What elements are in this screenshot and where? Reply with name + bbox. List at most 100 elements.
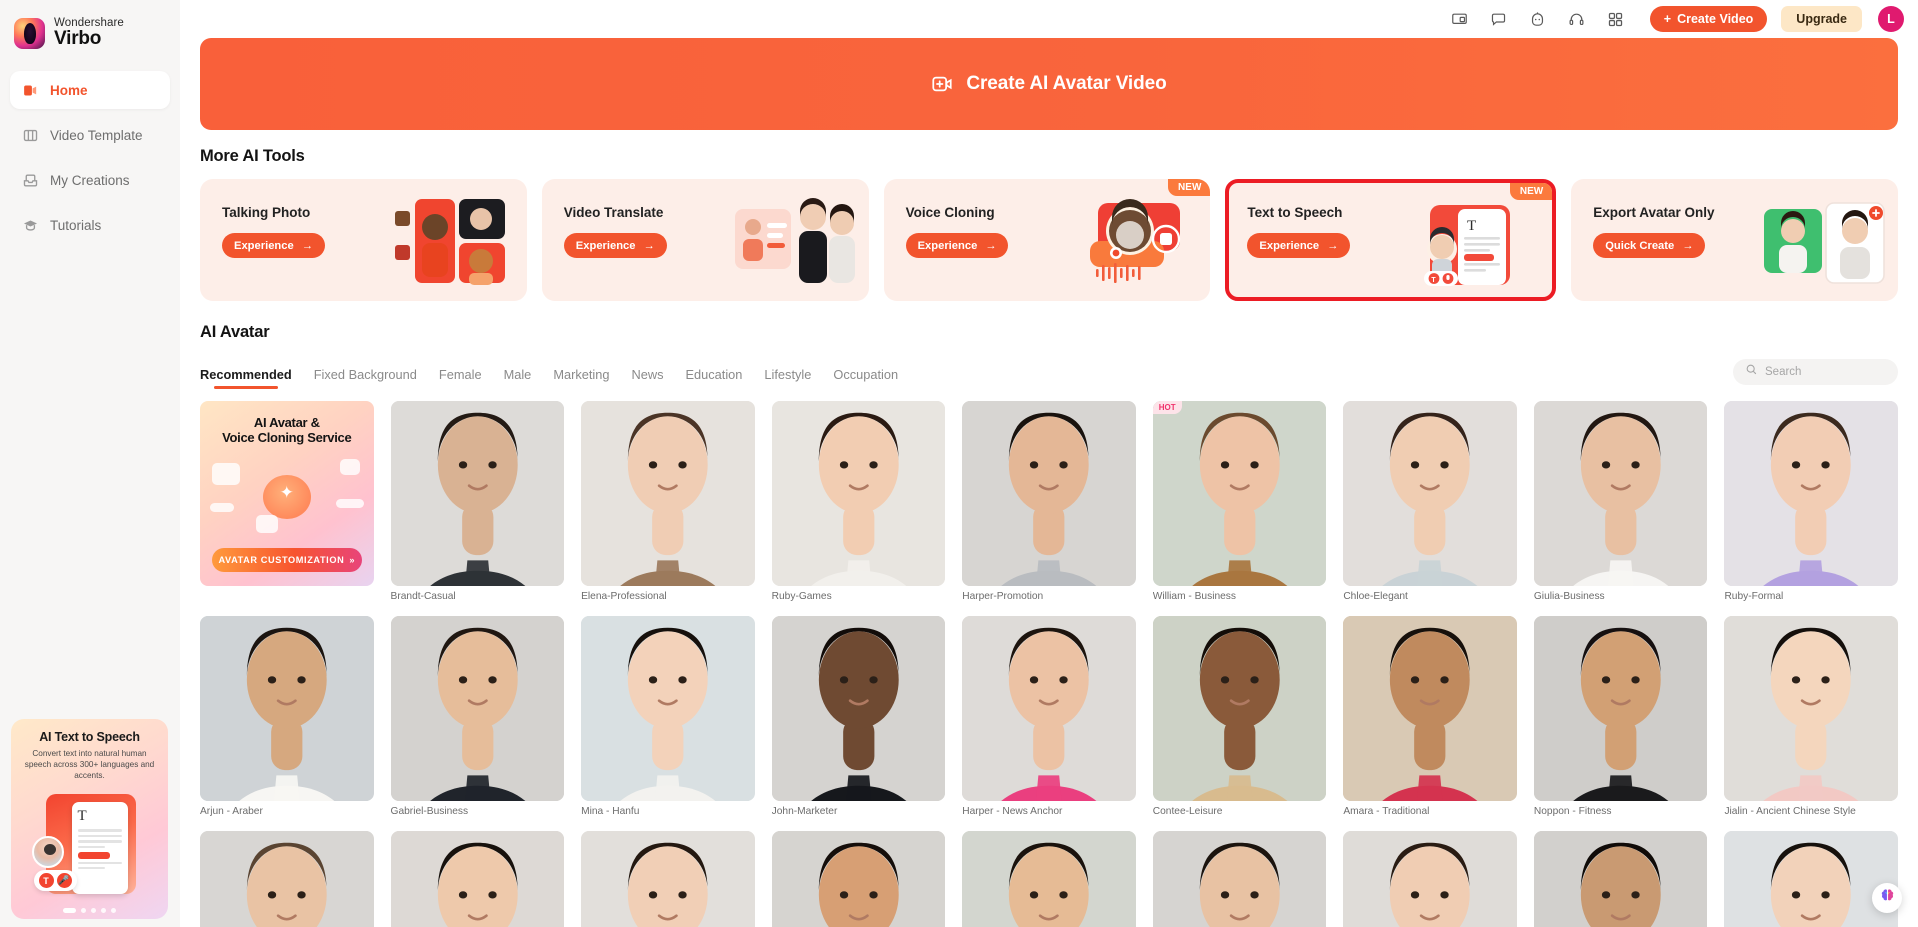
avatar-portrait — [1343, 401, 1517, 586]
avatar-cell[interactable]: John-Marketer — [771, 616, 946, 817]
create-ai-avatar-video-banner[interactable]: Create AI Avatar Video — [200, 38, 1898, 130]
avatar-cell[interactable]: Ruby-Games — [771, 401, 946, 602]
avatar-portrait — [200, 831, 374, 927]
plus-icon: + — [1663, 12, 1672, 26]
avatar-portrait — [771, 616, 946, 801]
avatar-cell[interactable] — [200, 831, 374, 927]
avatar-cell[interactable]: Noppon - Fitness — [1533, 616, 1708, 817]
tab-lifestyle[interactable]: Lifestyle — [764, 367, 811, 389]
tab-recommended[interactable]: Recommended — [200, 367, 292, 389]
sidebar-item-video-template[interactable]: Video Template — [10, 116, 170, 154]
avatar-thumbnail — [581, 401, 755, 586]
avatar-cell[interactable]: Chloe-Elegant — [1343, 401, 1517, 602]
headset-icon[interactable] — [1568, 11, 1585, 28]
tool-card-video-translate[interactable]: Video Translate Experience → — [541, 179, 869, 301]
apps-grid-icon[interactable] — [1607, 11, 1624, 28]
tab-education[interactable]: Education — [686, 367, 743, 389]
tool-card-voice-cloning[interactable]: NEW Voice Cloning Experience → — [883, 179, 1211, 301]
sidebar-item-home[interactable]: Home — [10, 71, 170, 109]
avatar-cell[interactable]: Gabriel-Business — [390, 616, 565, 817]
avatar-customization-label: AVATAR CUSTOMIZATION — [218, 555, 345, 565]
avatar-thumbnail — [962, 401, 1136, 586]
tab-fixed-background[interactable]: Fixed Background — [314, 367, 417, 389]
tool-cta-button[interactable]: Experience → — [905, 233, 1009, 258]
promo-text-lines — [77, 829, 122, 870]
avatar-cell[interactable]: Jialin - Ancient Chinese Style — [1724, 616, 1898, 817]
tool-cta-button[interactable]: Experience → — [1247, 233, 1351, 258]
create-video-button[interactable]: + Create Video — [1649, 6, 1768, 32]
avatar-cell[interactable]: Harper - News Anchor — [962, 616, 1136, 817]
avatar-cell[interactable]: Amara - Traditional — [1343, 616, 1517, 817]
promo-mini-card — [335, 499, 364, 508]
avatar-name-label: Brandt-Casual — [390, 591, 456, 602]
promo-carousel-dots[interactable] — [20, 908, 159, 914]
top-bar: + Create Video Upgrade L — [180, 0, 1918, 38]
avatar-cell[interactable]: Giulia-Business — [1533, 401, 1708, 602]
sidebar-item-tutorials[interactable]: Tutorials — [10, 206, 170, 244]
main-area: + Create Video Upgrade L Create AI Avata… — [180, 0, 1918, 927]
tab-male[interactable]: Male — [504, 367, 532, 389]
avatar-cell[interactable]: Ruby-Formal — [1724, 401, 1898, 602]
avatar-cell[interactable] — [1343, 831, 1517, 927]
search-input[interactable] — [1765, 366, 1885, 378]
avatar-thumbnail — [962, 616, 1136, 801]
avatar-name-label: Harper-Promotion — [962, 591, 1044, 602]
avatar-promo-art: ✦ — [210, 453, 364, 541]
avatar-section-header: Recommended Fixed Background Female Male… — [200, 355, 1898, 389]
text-to-speech-art: T T — [1414, 197, 1542, 293]
avatar-portrait — [581, 616, 755, 801]
avatar-portrait — [581, 831, 755, 927]
sidebar-item-label: Home — [50, 82, 88, 98]
tab-female[interactable]: Female — [439, 367, 482, 389]
tool-card-export-avatar-only[interactable]: Export Avatar Only Quick Create → — [1571, 179, 1898, 301]
sidebar-item-my-creations[interactable]: My Creations — [10, 161, 170, 199]
avatar-promo-cell[interactable]: AI Avatar & Voice Cloning Service ✦ AVAT… — [200, 401, 374, 602]
upgrade-button[interactable]: Upgrade — [1781, 6, 1862, 32]
avatar-portrait — [200, 616, 374, 801]
ai-assistant-fab[interactable] — [1872, 883, 1902, 913]
robot-icon[interactable] — [1529, 11, 1546, 28]
promo-mini-card — [210, 503, 234, 512]
tab-news[interactable]: News — [632, 367, 664, 389]
avatar-cell[interactable]: Elena-Professional — [581, 401, 755, 602]
avatar-customization-button[interactable]: AVATAR CUSTOMIZATION » — [212, 548, 362, 572]
tool-cta-button[interactable]: Experience → — [222, 233, 325, 258]
avatar-cell[interactable]: Harper-Promotion — [962, 401, 1136, 602]
avatar-cell[interactable]: HOT William - Business — [1152, 401, 1327, 602]
avatar-cell[interactable] — [581, 831, 755, 927]
avatar-cell[interactable] — [771, 831, 946, 927]
tool-card-text-to-speech[interactable]: NEW Text to Speech Experience → T T — [1225, 179, 1557, 301]
tab-occupation[interactable]: Occupation — [833, 367, 898, 389]
tool-cta-button[interactable]: Experience → — [563, 233, 667, 258]
avatar-grid: AI Avatar & Voice Cloning Service ✦ AVAT… — [200, 401, 1898, 927]
avatar-thumbnail — [1724, 401, 1898, 586]
avatar-name-label: Jialin - Ancient Chinese Style — [1724, 806, 1856, 817]
tool-cta-button[interactable]: Quick Create → — [1593, 233, 1706, 258]
avatar-cell[interactable]: Brandt-Casual — [390, 401, 565, 602]
avatar-cell[interactable]: Arjun - Araber — [200, 616, 374, 817]
tab-marketing[interactable]: Marketing — [553, 367, 609, 389]
brand[interactable]: Wondershare Virbo — [0, 8, 180, 49]
avatar-promo-line2: Voice Cloning Service — [222, 430, 352, 445]
video-template-icon — [22, 127, 39, 144]
sidebar-item-label: Tutorials — [50, 217, 102, 233]
avatar-portrait — [1724, 401, 1898, 586]
avatar-cell[interactable]: Mina - Hanfu — [581, 616, 755, 817]
avatar-portrait — [962, 616, 1136, 801]
tool-cta-label: Experience — [575, 239, 636, 252]
avatar-name-label: Ruby-Formal — [1724, 591, 1784, 602]
avatar-cell[interactable] — [390, 831, 565, 927]
avatar-cell[interactable] — [1152, 831, 1327, 927]
tool-card-talking-photo[interactable]: Talking Photo Experience → — [200, 179, 527, 301]
avatar-portrait — [1152, 616, 1327, 801]
avatar-cell[interactable] — [1724, 831, 1898, 927]
avatar-cell[interactable]: Contee-Leisure — [1152, 616, 1327, 817]
user-avatar[interactable]: L — [1878, 6, 1904, 32]
sidebar-promo-card[interactable]: AI Text to Speech Convert text into natu… — [11, 719, 168, 919]
monitor-icon[interactable] — [1451, 11, 1468, 28]
avatar-thumbnail — [581, 831, 755, 927]
avatar-cell[interactable] — [962, 831, 1136, 927]
message-icon[interactable] — [1490, 11, 1507, 28]
avatar-cell[interactable] — [1533, 831, 1708, 927]
avatar-search-box[interactable] — [1733, 359, 1898, 385]
